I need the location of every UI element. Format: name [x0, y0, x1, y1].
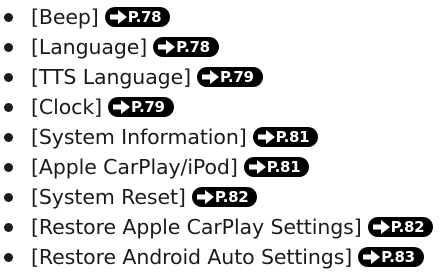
- page-reference-number: P.83: [381, 248, 415, 266]
- setting-label: [System Information]: [31, 125, 247, 149]
- page-reference-link[interactable]: P.82: [191, 187, 258, 207]
- setting-label: [System Reset]: [31, 185, 186, 209]
- list-item: [Apple CarPlay/iPod] P.81: [0, 152, 446, 182]
- setting-label: [Beep]: [31, 5, 99, 29]
- list-item: [Language] P.78: [0, 32, 446, 62]
- page-reference-arrow-icon: [158, 40, 176, 54]
- page-reference-number: P.81: [266, 158, 301, 176]
- page-reference-arrow-icon: [372, 220, 390, 234]
- page-reference-arrow-icon: [257, 130, 275, 144]
- setting-label: [Clock]: [31, 95, 102, 119]
- setting-label: [Language]: [31, 35, 148, 59]
- bullet-icon: [4, 102, 13, 112]
- page-reference-number: P.81: [275, 128, 310, 146]
- page-reference-arrow-icon: [248, 160, 266, 174]
- bullet-icon: [4, 12, 13, 22]
- page-reference-number: P.82: [390, 218, 425, 236]
- bullet-icon: [4, 72, 13, 82]
- bullet-icon: [4, 252, 13, 262]
- page-reference-link[interactable]: P.81: [252, 127, 319, 147]
- page-reference-link[interactable]: P.82: [367, 217, 434, 237]
- list-item: [System Reset] P.82: [0, 182, 446, 212]
- list-item: [System Information] P.81: [0, 122, 446, 152]
- page-reference-link[interactable]: P.81: [243, 157, 310, 177]
- setting-label: [Restore Android Auto Settings]: [31, 245, 353, 269]
- page-reference-arrow-icon: [109, 10, 127, 24]
- page-reference-link[interactable]: P.83: [358, 247, 424, 267]
- page-reference-number: P.78: [127, 8, 162, 26]
- page-reference-number: P.79: [131, 98, 165, 116]
- page-reference-link[interactable]: P.79: [108, 97, 174, 117]
- settings-list: [Beep] P.78 [Language] P.78 [TTS Languag…: [0, 2, 446, 272]
- page-reference-arrow-icon: [113, 100, 130, 114]
- bullet-icon: [4, 222, 13, 232]
- page-reference-link[interactable]: P.79: [196, 67, 263, 87]
- setting-label: [Apple CarPlay/iPod]: [31, 155, 238, 179]
- list-item: [TTS Language] P.79: [0, 62, 446, 92]
- bullet-icon: [4, 132, 13, 142]
- setting-label: [TTS Language]: [31, 65, 191, 89]
- list-item: [Beep] P.78: [0, 2, 446, 32]
- list-item: [Clock] P.79: [0, 92, 446, 122]
- page-reference-number: P.82: [214, 188, 249, 206]
- setting-label: [Restore Apple CarPlay Settings]: [31, 215, 362, 239]
- page-reference-link[interactable]: P.78: [104, 7, 171, 27]
- bullet-icon: [4, 192, 13, 202]
- page-reference-number: P.79: [219, 68, 254, 86]
- page-reference-arrow-icon: [363, 250, 381, 264]
- bullet-icon: [4, 42, 13, 52]
- list-item: [Restore Apple CarPlay Settings] P.82: [0, 212, 446, 242]
- page-reference-link[interactable]: P.78: [153, 37, 219, 57]
- page-reference-arrow-icon: [196, 190, 214, 204]
- bullet-icon: [4, 162, 13, 172]
- page-reference-arrow-icon: [201, 70, 219, 84]
- page-reference-number: P.78: [176, 38, 210, 56]
- list-item: [Restore Android Auto Settings] P.83: [0, 242, 446, 272]
